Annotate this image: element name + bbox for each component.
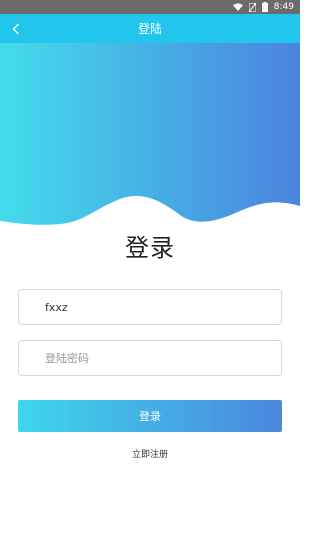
- nav-bar: 登陆: [0, 14, 300, 43]
- login-screen: 8:49 登陆 登录 登录 立即注册: [0, 0, 300, 537]
- page-title: 登陆: [137, 22, 162, 36]
- battery-icon: [261, 2, 268, 12]
- register-link[interactable]: 立即注册: [0, 447, 300, 460]
- no-sim-icon: [248, 2, 256, 12]
- status-bar: 8:49: [0, 0, 300, 14]
- password-field[interactable]: [18, 340, 282, 376]
- chevron-left-icon: [12, 23, 19, 34]
- login-button[interactable]: 登录: [18, 400, 282, 432]
- password-input[interactable]: [45, 351, 281, 365]
- hero-banner: [0, 43, 300, 233]
- status-time: 8:49: [273, 2, 294, 12]
- login-heading: 登录: [125, 234, 175, 262]
- wifi-icon: [232, 3, 243, 11]
- username-input[interactable]: [45, 300, 281, 314]
- username-field[interactable]: [18, 289, 282, 325]
- back-button[interactable]: [6, 14, 26, 43]
